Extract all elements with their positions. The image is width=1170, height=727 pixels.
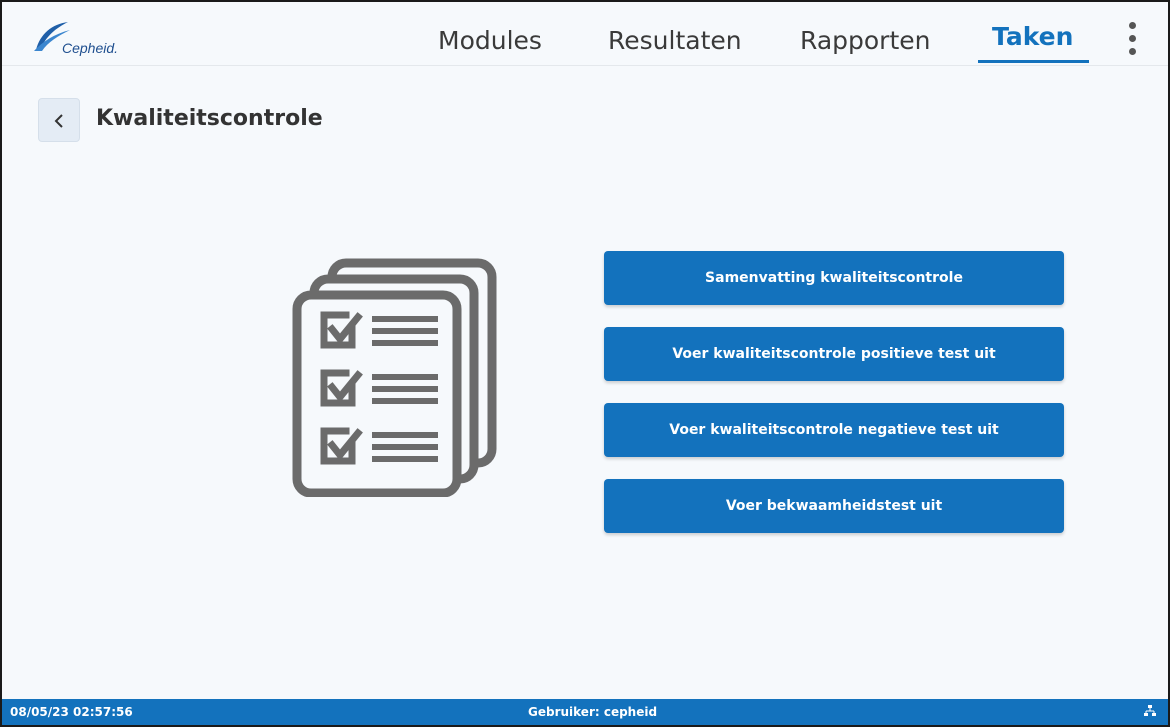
- status-user: Gebruiker: cepheid: [528, 705, 658, 719]
- page-title: Kwaliteitscontrole: [96, 106, 323, 131]
- chevron-left-icon: [54, 114, 63, 128]
- checklist-stack-icon: [292, 257, 502, 498]
- back-button[interactable]: [38, 98, 80, 142]
- status-datetime: 08/05/23 02:57:56: [10, 705, 133, 719]
- top-navigation-bar: Cepheid. Modules Resultaten Rapporten Ta…: [2, 2, 1168, 66]
- active-tab-indicator: [978, 60, 1089, 63]
- tab-rapporten[interactable]: Rapporten: [800, 26, 930, 55]
- run-proficiency-test-button[interactable]: Voer bekwaamheidstest uit: [604, 479, 1064, 533]
- tab-modules[interactable]: Modules: [438, 26, 542, 55]
- tab-taken[interactable]: Taken: [992, 22, 1073, 51]
- run-positive-qc-button[interactable]: Voer kwaliteitscontrole positieve test u…: [604, 327, 1064, 381]
- run-negative-qc-button[interactable]: Voer kwaliteitscontrole negatieve test u…: [604, 403, 1064, 457]
- app-window: Cepheid. Modules Resultaten Rapporten Ta…: [0, 0, 1170, 727]
- logo-text: Cepheid.: [62, 40, 119, 56]
- cepheid-logo: Cepheid.: [32, 20, 142, 56]
- status-bar: 08/05/23 02:57:56 Gebruiker: cepheid: [2, 699, 1168, 725]
- qc-summary-button[interactable]: Samenvatting kwaliteitscontrole: [604, 251, 1064, 305]
- network-icon: [1144, 705, 1156, 720]
- kebab-menu-icon[interactable]: [1124, 22, 1140, 56]
- tab-resultaten[interactable]: Resultaten: [608, 26, 742, 55]
